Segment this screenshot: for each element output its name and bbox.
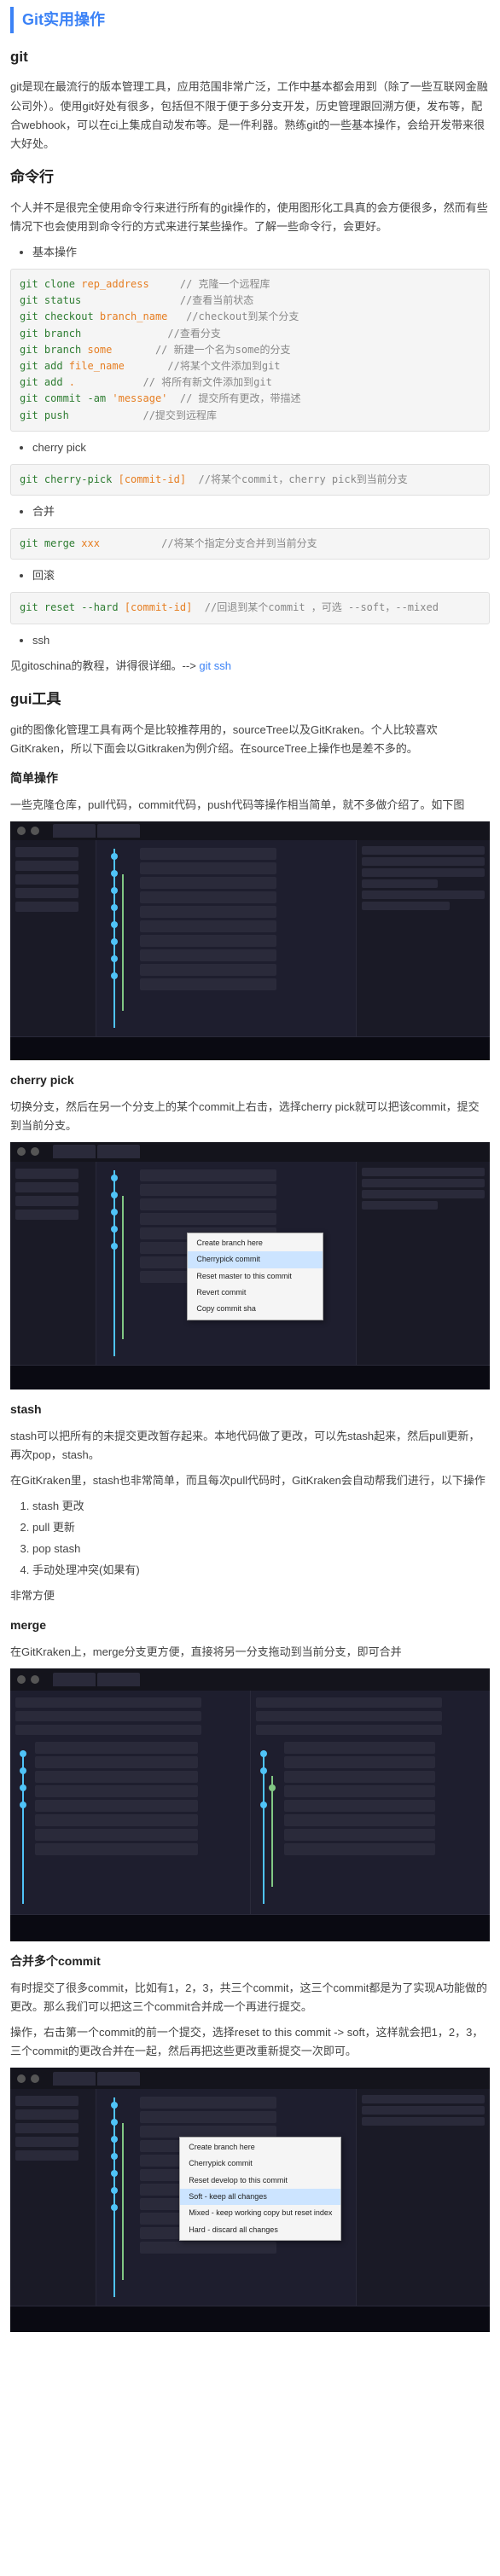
menu-item-reset[interactable]: Reset develop to this commit <box>180 2173 340 2189</box>
link-git-ssh[interactable]: git ssh <box>199 659 231 672</box>
code-block-merge: git merge xxx //将某个指定分支合并到当前分支 <box>10 528 490 560</box>
screenshot-gitkraken-basic <box>10 821 490 1060</box>
list-item: ssh <box>32 631 490 650</box>
code-block-cherry: git cherry-pick [commit-id] //将某个commit，… <box>10 464 490 496</box>
code-block-reset: git reset --hard [commit-id] //回退到某个comm… <box>10 592 490 624</box>
paragraph: git是现在最流行的版本管理工具，应用范围非常广泛，工作中基本都会用到（除了一些… <box>10 78 490 153</box>
screenshot-gitkraken-cherrypick: Create branch here Cherrypick commit Res… <box>10 1142 490 1390</box>
list-item: 基本操作 <box>32 243 490 262</box>
heading-git: git <box>10 45 490 70</box>
list-item: 回滚 <box>32 566 490 585</box>
list-item: 手动处理冲突(如果有) <box>32 1561 490 1580</box>
menu-item[interactable]: Create branch here <box>180 2139 340 2155</box>
context-menu: Create branch here Cherrypick commit Res… <box>179 2137 341 2241</box>
heading-stash: stash <box>10 1400 490 1420</box>
paragraph: 在GitKraken里，stash也非常简单，而且每次pull代码时，GitKr… <box>10 1471 490 1490</box>
page-title: Git实用操作 <box>22 7 490 33</box>
menu-item[interactable]: Reset master to this commit <box>188 1268 323 1285</box>
menu-item[interactable]: Copy commit sha <box>188 1301 323 1317</box>
heading-gui: gui工具 <box>10 688 490 712</box>
paragraph: 操作，右击第一个commit的前一个提交，选择reset to this com… <box>10 2023 490 2061</box>
paragraph: 切换分支，然后在另一个分支上的某个commit上右击，选择cherry pick… <box>10 1098 490 1135</box>
paragraph: git的图像化管理工具有两个是比较推荐用的，sourceTree以及GitKra… <box>10 721 490 758</box>
paragraph: 个人并不是很完全使用命令行来进行所有的git操作的，使用图形化工具真的会方便很多… <box>10 199 490 236</box>
heading-multi-commit: 合并多个commit <box>10 1952 490 1972</box>
heading-cherrypick: cherry pick <box>10 1070 490 1091</box>
paragraph: 一些克隆仓库，pull代码，commit代码，push代码等操作相当简单，就不多… <box>10 796 490 815</box>
list-item: pop stash <box>32 1540 490 1558</box>
list-item: pull 更新 <box>32 1518 490 1537</box>
page-title-bar: Git实用操作 <box>10 7 490 33</box>
list-item: cherry pick <box>32 438 490 457</box>
paragraph: 非常方便 <box>10 1587 490 1605</box>
menu-item-hard[interactable]: Hard - discard all changes <box>180 2222 340 2238</box>
menu-item-mixed[interactable]: Mixed - keep working copy but reset inde… <box>180 2205 340 2221</box>
paragraph: 见gitoschina的教程，讲得很详细。--> git ssh <box>10 657 490 676</box>
menu-item-cherrypick[interactable]: Cherrypick commit <box>188 1251 323 1268</box>
menu-item[interactable]: Revert commit <box>188 1285 323 1301</box>
code-block-basic: git clone rep_address // 克隆一个远程库git stat… <box>10 269 490 432</box>
screenshot-gitkraken-merge <box>10 1668 490 1941</box>
list-item: stash 更改 <box>32 1497 490 1516</box>
heading-simple: 简单操作 <box>10 769 490 789</box>
context-menu: Create branch here Cherrypick commit Res… <box>187 1233 323 1320</box>
screenshot-gitkraken-reset: Create branch here Cherrypick commit Res… <box>10 2068 490 2332</box>
paragraph: 在GitKraken上，merge分支更方便，直接将另一分支拖动到当前分支，即可… <box>10 1643 490 1662</box>
heading-cli: 命令行 <box>10 165 490 190</box>
menu-item-soft[interactable]: Soft - keep all changes <box>180 2189 340 2205</box>
paragraph: stash可以把所有的未提交更改暂存起来。本地代码做了更改，可以先stash起来… <box>10 1427 490 1465</box>
menu-item[interactable]: Create branch here <box>188 1235 323 1251</box>
menu-item[interactable]: Cherrypick commit <box>180 2155 340 2172</box>
heading-merge: merge <box>10 1616 490 1636</box>
paragraph: 有时提交了很多commit，比如有1，2，3，共三个commit，这三个comm… <box>10 1979 490 2016</box>
list-item: 合并 <box>32 502 490 521</box>
